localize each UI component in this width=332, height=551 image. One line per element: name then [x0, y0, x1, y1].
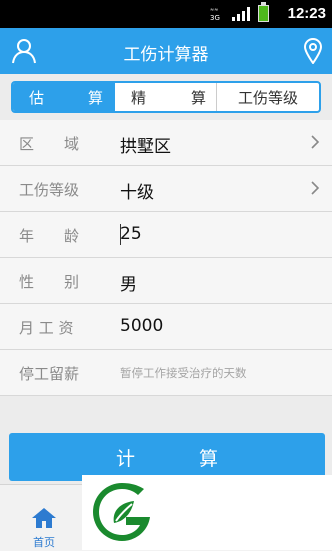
gender-label: 性 别: [19, 273, 80, 291]
network-type-label: 3G: [210, 14, 220, 22]
app-logo: [93, 483, 150, 541]
region-label: 区 域: [19, 135, 80, 153]
battery-icon: [258, 2, 269, 22]
salary-label: 月 工 资: [19, 319, 74, 337]
location-pin-icon[interactable]: [304, 38, 322, 64]
salary-input[interactable]: 5000: [120, 316, 163, 336]
age-input[interactable]: 25: [120, 224, 142, 244]
salary-row: 月 工 资 5000: [0, 304, 332, 350]
app-header: 工伤计算器: [0, 28, 332, 74]
chevron-right-icon: [311, 181, 320, 195]
injury-level-label: 工伤等级: [19, 181, 80, 199]
injury-level-value: 十级: [120, 183, 154, 203]
tab-injury-level[interactable]: 工伤等级: [217, 83, 319, 111]
nav-home-label: 首页: [33, 536, 55, 549]
logo-overlay: [82, 475, 332, 550]
region-value: 拱墅区: [120, 137, 171, 157]
calc-form: 区 域 拱墅区 工伤等级 十级 年 龄 25 性 别 男 月 工 资 5000 …: [0, 120, 332, 396]
injury-level-row[interactable]: 工伤等级 十级: [0, 166, 332, 212]
age-row: 年 龄 25: [0, 212, 332, 258]
home-icon: [32, 508, 56, 528]
signal-icon: [232, 7, 250, 21]
clock: 12:23: [287, 5, 326, 22]
text-cursor: [120, 224, 121, 245]
network-indicator: ≈≈ 3G: [210, 7, 220, 22]
gender-value: 男: [120, 275, 137, 295]
chevron-right-icon: [311, 135, 320, 149]
calc-mode-tabs: 估 算 精 算 工伤等级: [11, 81, 321, 113]
status-bar: ≈≈ 3G 12:23: [0, 0, 332, 28]
page-title: 工伤计算器: [123, 45, 209, 65]
region-row[interactable]: 区 域 拱墅区: [0, 120, 332, 166]
suspension-label: 停工留薪: [19, 365, 80, 383]
calculate-button[interactable]: 计 算: [9, 433, 325, 481]
suspension-input[interactable]: 暂停工作接受治疗的天数: [120, 365, 247, 381]
gender-row[interactable]: 性 别 男: [0, 258, 332, 304]
nav-home[interactable]: 首页: [16, 507, 72, 550]
suspension-row: 停工留薪 暂停工作接受治疗的天数: [0, 350, 332, 396]
age-label: 年 龄: [19, 227, 80, 245]
tab-estimate[interactable]: 估 算: [13, 83, 115, 111]
tab-precise[interactable]: 精 算: [115, 83, 217, 111]
